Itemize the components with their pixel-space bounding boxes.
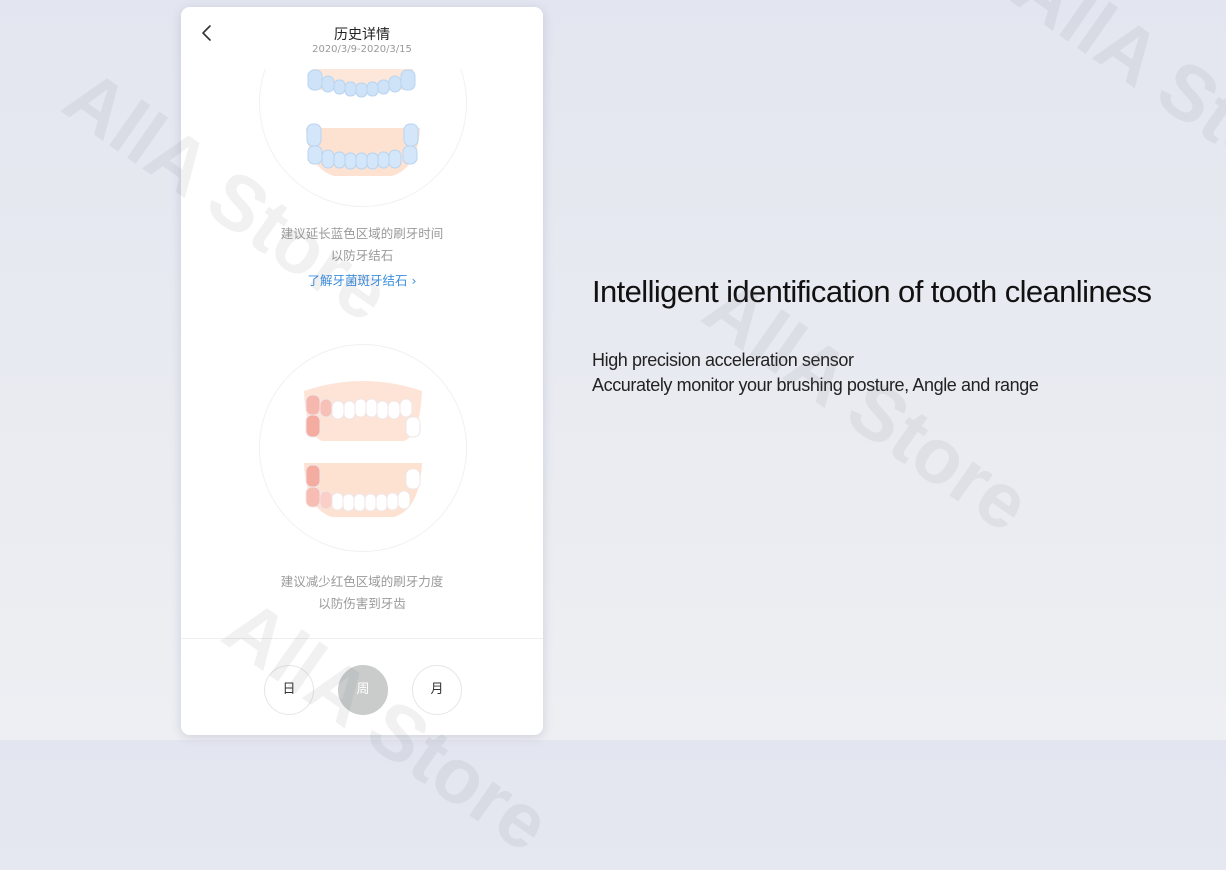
store-watermark: AllA Store	[998, 0, 1226, 229]
period-tab-bar: 日 周 月	[181, 638, 543, 735]
promo-line-2: Accurately monitor your brushing posture…	[592, 375, 1039, 395]
tab-month[interactable]: 月	[412, 665, 462, 715]
page-title: 历史详情	[334, 27, 390, 43]
upper-hint-line1: 建议延长蓝色区域的刷牙时间	[280, 226, 444, 241]
date-range: 2020/3/9-2020/3/15	[312, 44, 412, 55]
teeth-cleanliness-map-red	[304, 381, 422, 517]
lower-teeth-diagram	[259, 344, 467, 552]
promo-description: High precision acceleration sensor Accur…	[592, 348, 1039, 398]
phone-screen: 历史详情 2020/3/9-2020/3/15 建议延长蓝色区域的刷牙时间 以防…	[181, 7, 543, 735]
upper-hint-line2: 以防牙结石	[330, 248, 394, 263]
app-header: 历史详情 2020/3/9-2020/3/15	[181, 7, 543, 69]
lower-hint-line2: 以防伤害到牙齿	[318, 596, 406, 611]
tab-week[interactable]: 周	[338, 665, 388, 715]
promo-line-1: High precision acceleration sensor	[592, 350, 854, 370]
lower-hint-line1: 建议减少红色区域的刷牙力度	[280, 574, 444, 589]
promo-headline: Intelligent identification of tooth clea…	[592, 274, 1152, 309]
plaque-tartar-link[interactable]: 了解牙菌斑牙结石 ›	[181, 270, 543, 289]
tab-day[interactable]: 日	[264, 665, 314, 715]
